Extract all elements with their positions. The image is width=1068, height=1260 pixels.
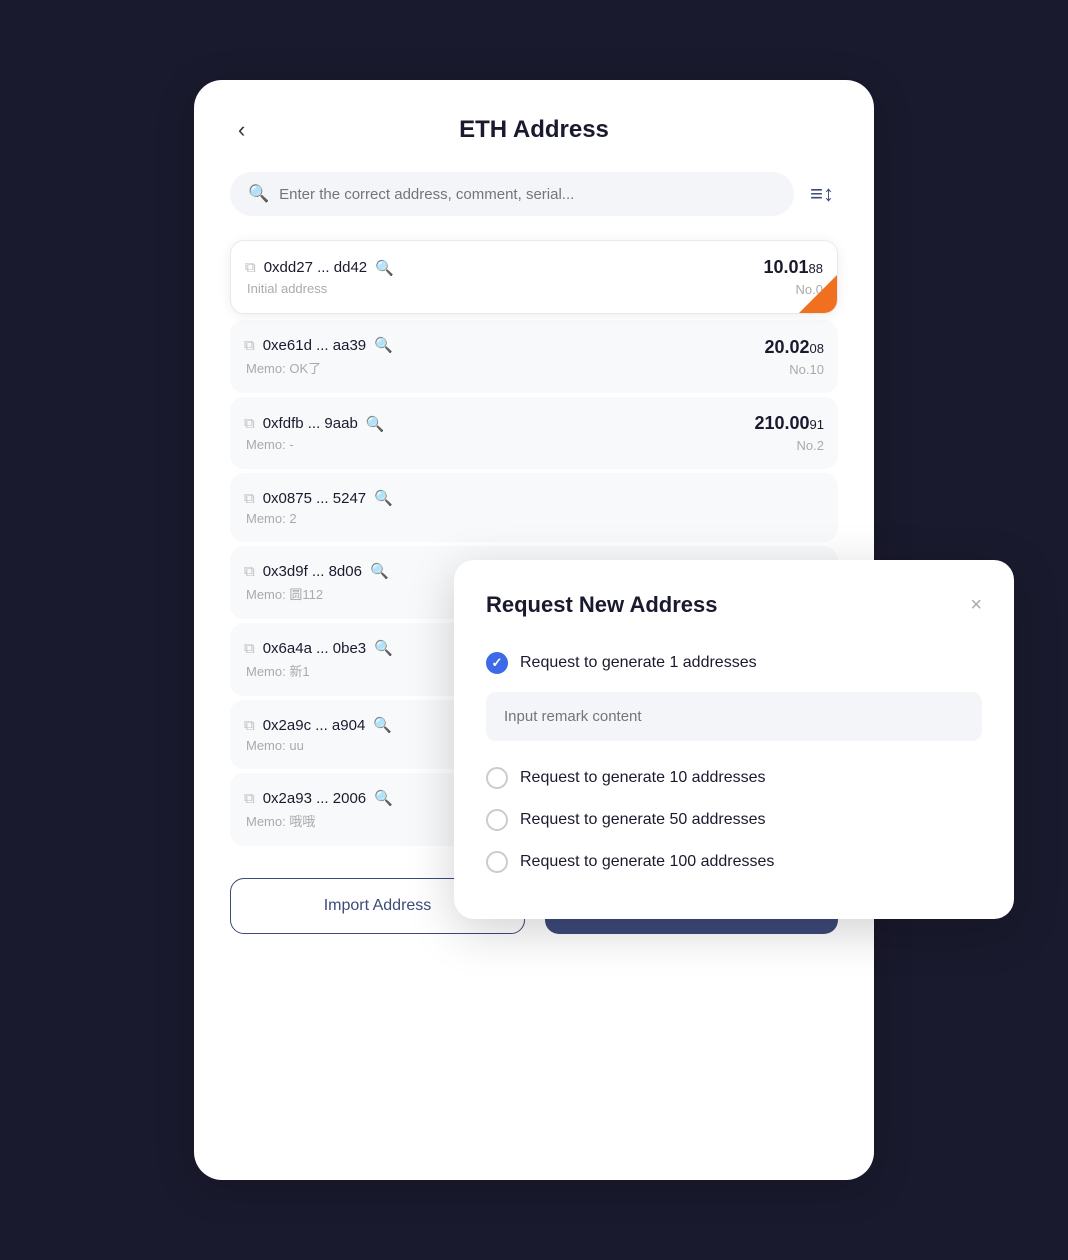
address-item[interactable]: ⧉ 0x0875 ... 5247 🔍 Memo: 2 xyxy=(230,473,838,542)
remark-input[interactable] xyxy=(486,692,982,741)
address-no: No.2 xyxy=(797,438,824,453)
option-label-3: Request to generate 50 addresses xyxy=(520,811,766,829)
address-memo: Memo: 2 xyxy=(246,511,393,526)
modal-option-4[interactable]: Request to generate 100 addresses xyxy=(486,841,982,883)
address-search-icon[interactable]: 🔍 xyxy=(374,639,393,657)
back-button[interactable]: ‹ xyxy=(230,113,253,147)
radio-unchecked xyxy=(486,767,508,789)
radio-checked: ✓ xyxy=(486,652,508,674)
address-memo: Memo: 哦哦 xyxy=(246,811,393,830)
search-bar: 🔍 ≡↕ xyxy=(230,172,838,216)
radio-unchecked xyxy=(486,809,508,831)
modal-option-3[interactable]: Request to generate 50 addresses xyxy=(486,799,982,841)
address-hash: 0x6a4a ... 0be3 xyxy=(263,640,366,657)
search-input[interactable] xyxy=(279,186,776,203)
address-memo: Memo: 圆112 xyxy=(246,584,389,603)
check-mark: ✓ xyxy=(492,655,503,671)
address-hash: 0x3d9f ... 8d06 xyxy=(263,563,362,580)
address-hash: 0xfdfb ... 9aab xyxy=(263,415,358,432)
address-memo: Initial address xyxy=(247,281,394,296)
address-memo: Memo: - xyxy=(246,437,384,452)
orange-corner xyxy=(799,275,837,313)
copy-icon[interactable]: ⧉ xyxy=(245,259,256,276)
copy-icon[interactable]: ⧉ xyxy=(244,490,255,507)
copy-icon[interactable]: ⧉ xyxy=(244,337,255,354)
address-search-icon[interactable]: 🔍 xyxy=(375,259,394,277)
address-item[interactable]: ⧉ 0xfdfb ... 9aab 🔍 Memo: - 210.0091 No.… xyxy=(230,397,838,469)
page-title: ETH Address xyxy=(459,116,609,144)
address-hash: 0x0875 ... 5247 xyxy=(263,490,366,507)
radio-unchecked xyxy=(486,851,508,873)
header: ‹ ETH Address xyxy=(230,116,838,144)
search-input-wrap: 🔍 xyxy=(230,172,794,216)
copy-icon[interactable]: ⧉ xyxy=(244,717,255,734)
option-label-1: Request to generate 1 addresses xyxy=(520,654,757,672)
modal-close-button[interactable]: × xyxy=(970,595,982,615)
copy-icon[interactable]: ⧉ xyxy=(244,640,255,657)
address-amount: 20.0208 xyxy=(764,337,824,358)
modal-header: Request New Address × xyxy=(486,592,982,618)
copy-icon[interactable]: ⧉ xyxy=(244,790,255,807)
modal-title: Request New Address xyxy=(486,592,717,618)
address-hash: 0x2a9c ... a904 xyxy=(263,717,366,734)
address-memo: Memo: uu xyxy=(246,738,392,753)
option-label-2: Request to generate 10 addresses xyxy=(520,769,766,787)
address-hash: 0x2a93 ... 2006 xyxy=(263,790,366,807)
address-hash: 0xe61d ... aa39 xyxy=(263,337,366,354)
address-search-icon[interactable]: 🔍 xyxy=(374,489,393,507)
address-item[interactable]: ⧉ 0xdd27 ... dd42 🔍 Initial address 10.0… xyxy=(230,240,838,314)
address-amount: 210.0091 xyxy=(754,413,824,434)
address-search-icon[interactable]: 🔍 xyxy=(374,336,393,354)
copy-icon[interactable]: ⧉ xyxy=(244,563,255,580)
filter-button[interactable]: ≡↕ xyxy=(806,177,838,211)
address-search-icon[interactable]: 🔍 xyxy=(370,562,389,580)
search-icon: 🔍 xyxy=(248,184,269,204)
address-memo: Memo: 新1 xyxy=(246,661,393,680)
modal-option-2[interactable]: Request to generate 10 addresses xyxy=(486,757,982,799)
address-memo: Memo: OK了 xyxy=(246,358,393,377)
address-search-icon[interactable]: 🔍 xyxy=(366,415,385,433)
address-search-icon[interactable]: 🔍 xyxy=(373,716,392,734)
request-new-address-modal: Request New Address × ✓ Request to gener… xyxy=(454,560,1014,919)
main-card: ‹ ETH Address 🔍 ≡↕ ⧉ 0xdd27 ... dd42 🔍 I… xyxy=(194,80,874,1180)
address-no: No.10 xyxy=(789,362,824,377)
address-search-icon[interactable]: 🔍 xyxy=(374,789,393,807)
modal-option-1[interactable]: ✓ Request to generate 1 addresses xyxy=(486,642,982,684)
copy-icon[interactable]: ⧉ xyxy=(244,415,255,432)
address-item[interactable]: ⧉ 0xe61d ... aa39 🔍 Memo: OK了 20.0208 No… xyxy=(230,320,838,393)
option-label-4: Request to generate 100 addresses xyxy=(520,853,774,871)
address-hash: 0xdd27 ... dd42 xyxy=(264,259,367,276)
filter-icon: ≡↕ xyxy=(810,181,834,207)
